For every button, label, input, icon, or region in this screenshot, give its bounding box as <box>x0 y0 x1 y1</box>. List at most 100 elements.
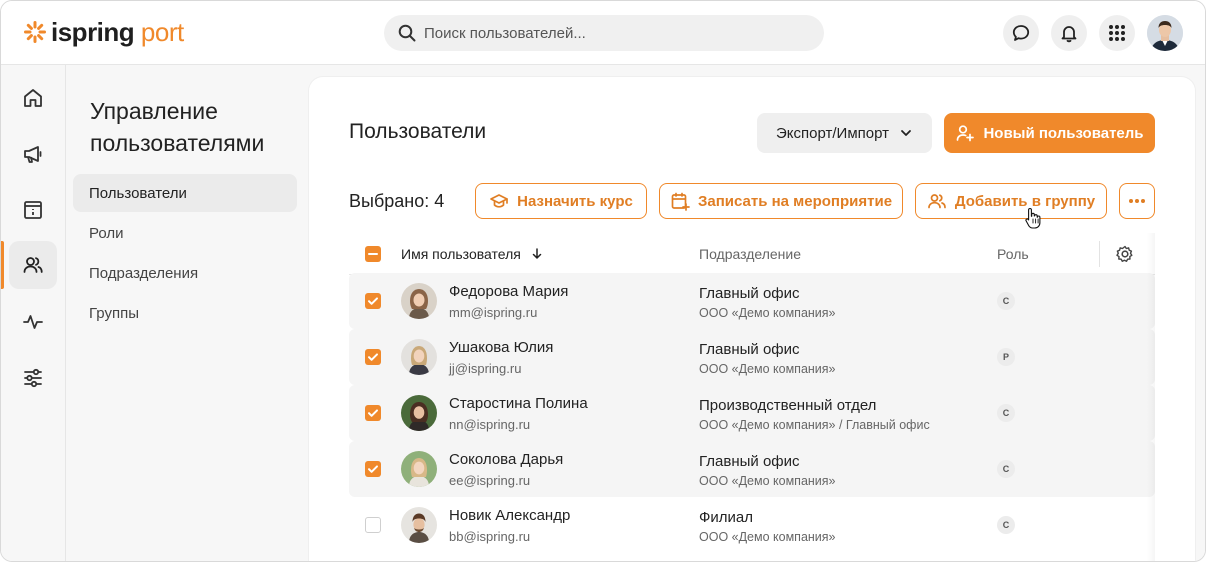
user-company: ООО «Демо компания» <box>699 306 836 320</box>
table-row[interactable]: Старостина Полина nn@ispring.ru Производ… <box>349 385 1155 441</box>
search-icon <box>398 24 416 42</box>
users-group-icon <box>928 194 946 209</box>
role-badge: С <box>997 516 1015 534</box>
user-department: Производственный отдел <box>699 397 877 414</box>
table-header: Имя пользователя Подразделение Роль <box>349 233 1155 275</box>
add-to-group-button[interactable]: Добавить в группу <box>915 183 1107 219</box>
user-company: ООО «Демо компания» / Главный офис <box>699 418 930 432</box>
user-name[interactable]: Федорова Мария <box>449 283 568 300</box>
role-badge: С <box>997 460 1015 478</box>
select-all-checkbox[interactable] <box>365 246 381 262</box>
users-card: Пользователи Экспорт/Импорт Новый пользо… <box>309 77 1195 561</box>
user-company: ООО «Демо компания» <box>699 474 836 488</box>
user-department: Филиал <box>699 509 754 526</box>
rail-home[interactable] <box>9 74 57 122</box>
user-name[interactable]: Соколова Дарья <box>449 451 563 468</box>
search-input[interactable] <box>424 24 804 42</box>
more-actions-button[interactable] <box>1119 183 1155 219</box>
user-company: ООО «Демо компания» <box>699 362 836 376</box>
user-avatar[interactable] <box>1147 15 1183 51</box>
assign-course-button[interactable]: Назначить курс <box>475 183 647 219</box>
avatar <box>401 395 437 431</box>
table-row[interactable]: Новик Александр bb@ispring.ru Филиал ООО… <box>349 497 1155 553</box>
role-badge: С <box>997 404 1015 422</box>
submenu-item-roles[interactable]: Роли <box>73 214 297 252</box>
add-user-icon <box>957 125 975 142</box>
bell-icon <box>1061 26 1077 43</box>
export-import-button[interactable]: Экспорт/Импорт <box>757 113 932 153</box>
table-row[interactable]: Соколова Дарья ee@ispring.ru Главный офи… <box>349 441 1155 497</box>
chat-bubble-icon <box>1012 25 1030 41</box>
activity-icon <box>23 315 43 329</box>
column-header-role[interactable]: Роль <box>997 246 1029 262</box>
home-icon <box>24 89 42 107</box>
new-user-label: Новый пользователь <box>983 124 1144 142</box>
sliders-icon <box>24 368 42 388</box>
row-checkbox[interactable] <box>365 405 381 421</box>
check-icon <box>368 409 378 417</box>
user-email: jj@ispring.ru <box>449 361 522 376</box>
logo-text: ispring port <box>51 17 184 47</box>
user-name[interactable]: Новик Александр <box>449 507 570 524</box>
logo[interactable]: ispring port <box>23 17 184 47</box>
new-user-button[interactable]: Новый пользователь <box>944 113 1155 153</box>
user-department: Главный офис <box>699 285 800 302</box>
notifications-button[interactable] <box>1051 15 1087 51</box>
submenu-item-users[interactable]: Пользователи <box>73 174 297 212</box>
user-email: nn@ispring.ru <box>449 417 531 432</box>
row-checkbox[interactable] <box>365 293 381 309</box>
row-checkbox[interactable] <box>365 349 381 365</box>
avatar <box>401 451 437 487</box>
chevron-down-icon <box>901 130 911 136</box>
column-name-label: Имя пользователя <box>401 246 521 262</box>
enroll-event-button[interactable]: Записать на мероприятие <box>659 183 903 219</box>
column-header-name[interactable]: Имя пользователя <box>401 246 543 262</box>
check-icon <box>368 297 378 305</box>
user-email: mm@ispring.ru <box>449 305 538 320</box>
minus-icon <box>368 253 378 255</box>
apps-grid-icon <box>1109 25 1125 41</box>
avatar-photo <box>1147 15 1183 51</box>
rail-users[interactable] <box>9 241 57 289</box>
avatar <box>401 283 437 319</box>
hand-cursor-icon <box>1025 207 1041 229</box>
submenu-item-groups[interactable]: Группы <box>73 294 297 332</box>
column-divider <box>1099 241 1100 267</box>
gear-icon[interactable] <box>1115 244 1135 264</box>
logo-text-main: ispring <box>51 17 135 47</box>
submenu: Управление пользователями Пользователи Р… <box>66 65 309 561</box>
row-checkbox[interactable] <box>365 461 381 477</box>
user-company: ООО «Демо компания» <box>699 530 836 544</box>
app-window: ispring port Поиск пользователей... Упра… <box>0 0 1206 562</box>
column-header-department[interactable]: Подразделение <box>699 246 801 262</box>
left-rail <box>1 65 66 561</box>
enroll-event-label: Записать на мероприятие <box>697 192 893 210</box>
assign-course-label: Назначить курс <box>517 192 633 210</box>
scroll-shadow <box>1147 233 1155 561</box>
rail-activity[interactable] <box>9 298 57 346</box>
rail-announcements[interactable] <box>9 130 57 178</box>
rail-active-indicator <box>1 241 4 289</box>
graduation-cap-icon <box>490 194 509 208</box>
chat-button[interactable] <box>1003 15 1039 51</box>
role-badge: С <box>997 292 1015 310</box>
selected-count: Выбрано: 4 <box>349 191 445 211</box>
info-board-icon <box>24 201 42 219</box>
search-bar[interactable] <box>384 15 824 51</box>
user-department: Главный офис <box>699 453 800 470</box>
rail-info[interactable] <box>9 186 57 234</box>
megaphone-icon <box>24 146 42 163</box>
submenu-title: Управление пользователями <box>90 98 265 156</box>
more-dots-icon <box>1129 199 1145 203</box>
row-checkbox[interactable] <box>365 517 381 533</box>
apps-button[interactable] <box>1099 15 1135 51</box>
page-title: Пользователи <box>349 120 487 143</box>
submenu-item-departments[interactable]: Подразделения <box>73 254 297 292</box>
table-row[interactable]: Федорова Мария mm@ispring.ru Главный офи… <box>349 273 1155 329</box>
avatar <box>401 339 437 375</box>
calendar-add-icon <box>671 192 690 211</box>
user-name[interactable]: Старостина Полина <box>449 395 588 412</box>
user-name[interactable]: Ушакова Юлия <box>449 339 553 356</box>
rail-settings[interactable] <box>9 354 57 402</box>
table-row[interactable]: Ушакова Юлия jj@ispring.ru Главный офис … <box>349 329 1155 385</box>
